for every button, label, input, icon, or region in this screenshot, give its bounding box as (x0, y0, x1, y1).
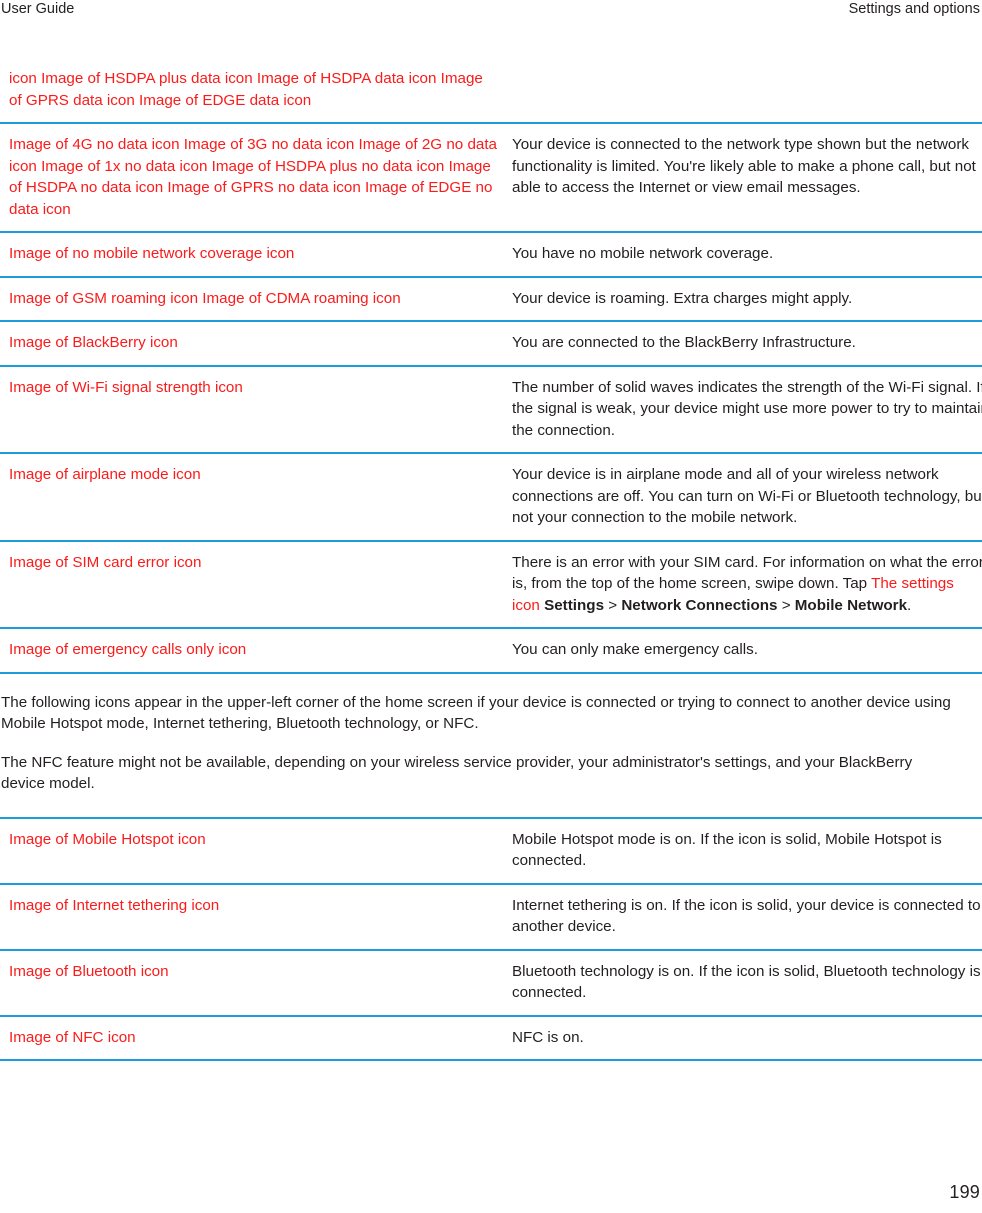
icon-cell: Image of airplane mode icon (0, 453, 511, 542)
icon-cell: Image of Mobile Hotspot icon (0, 816, 511, 885)
status-icons-table-lower: Image of Mobile Hotspot icon Mobile Hots… (0, 816, 982, 1062)
description-cell: The number of solid waves indicates the … (511, 365, 982, 454)
table-row: Image of Wi-Fi signal strength icon The … (0, 365, 982, 454)
icon-cell: Image of BlackBerry icon (0, 321, 511, 367)
paragraph-block-2: The NFC feature might not be available, … (0, 752, 974, 795)
description-cell-sim-error: There is an error with your SIM card. Fo… (511, 540, 982, 629)
menu-path-settings: Settings (544, 596, 605, 614)
description-cell: Your device is connected to the network … (511, 123, 982, 233)
table-row: Image of airplane mode icon Your device … (0, 453, 982, 542)
icon-cell: Image of NFC icon (0, 1015, 511, 1061)
table-row: Image of BlackBerry icon You are connect… (0, 321, 982, 367)
description-cell: You have no mobile network coverage. (511, 232, 982, 278)
description-cell (511, 58, 982, 124)
icon-cell: Image of emergency calls only icon (0, 628, 511, 674)
description-cell: NFC is on. (511, 1015, 982, 1061)
status-icons-table-upper: icon Image of HSDPA plus data icon Image… (0, 58, 982, 674)
description-cell: Your device is in airplane mode and all … (511, 453, 982, 542)
menu-path-mobile-network: Mobile Network (794, 596, 908, 614)
page-number: 199 (949, 1182, 980, 1202)
table-row: Image of GSM roaming icon Image of CDMA … (0, 276, 982, 322)
table-row: Image of Mobile Hotspot icon Mobile Hots… (0, 816, 982, 885)
table-row: Image of 4G no data icon Image of 3G no … (0, 123, 982, 233)
description-cell: Your device is roaming. Extra charges mi… (511, 276, 982, 322)
icon-cell: Image of Internet tethering icon (0, 883, 511, 951)
icon-cell: Image of Bluetooth icon (0, 949, 511, 1017)
table-row: Image of NFC icon NFC is on. (0, 1015, 982, 1061)
table-row: Image of emergency calls only icon You c… (0, 628, 982, 674)
description-cell: Mobile Hotspot mode is on. If the icon i… (511, 816, 982, 885)
description-cell: Internet tethering is on. If the icon is… (511, 883, 982, 951)
icon-cell: Image of 4G no data icon Image of 3G no … (0, 123, 511, 233)
icon-cell: Image of Wi-Fi signal strength icon (0, 365, 511, 454)
table-row: icon Image of HSDPA plus data icon Image… (0, 58, 982, 124)
body-paragraph: The NFC feature might not be available, … (1, 753, 913, 793)
running-header: User Guide Settings and options (0, 0, 982, 22)
icon-cell: Image of GSM roaming icon Image of CDMA … (0, 276, 511, 322)
description-cell: You can only make emergency calls. (511, 628, 982, 674)
description-cell: Bluetooth technology is on. If the icon … (511, 949, 982, 1017)
icon-cell: icon Image of HSDPA plus data icon Image… (0, 58, 511, 124)
table-row: Image of no mobile network coverage icon… (0, 232, 982, 278)
running-header-right: Settings and options (848, 1, 980, 17)
menu-path-network-connections: Network Connections (621, 596, 778, 614)
page-content: icon Image of HSDPA plus data icon Image… (0, 58, 982, 1061)
document-page: User Guide Settings and options icon Ima… (0, 0, 982, 1213)
table-row: Image of SIM card error icon There is an… (0, 540, 982, 629)
menu-path-separator: > (604, 596, 622, 614)
table-row: Image of Bluetooth icon Bluetooth techno… (0, 949, 982, 1017)
icon-cell: Image of SIM card error icon (0, 540, 511, 629)
description-cell: You are connected to the BlackBerry Infr… (511, 321, 982, 367)
sim-error-tail-text: . (907, 596, 912, 614)
icon-cell: Image of no mobile network coverage icon (0, 232, 511, 278)
menu-path-separator: > (777, 596, 795, 614)
table-row: Image of Internet tethering icon Interne… (0, 883, 982, 951)
running-header-left: User Guide (1, 1, 75, 17)
paragraph-block-1: The following icons appear in the upper-… (0, 692, 974, 735)
body-paragraph: The following icons appear in the upper-… (1, 693, 951, 733)
